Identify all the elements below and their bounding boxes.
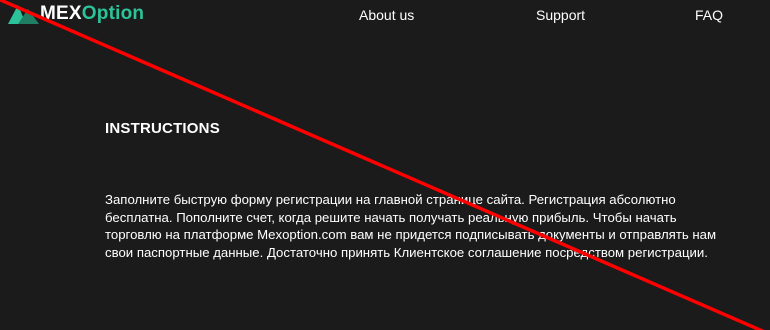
brand-name-part1: MEX (40, 3, 82, 24)
site-header: MEXOption About us Support FAQ (0, 0, 770, 32)
brand-name: MEXOption (40, 2, 144, 26)
brand-name-part2: Option (81, 3, 145, 24)
red-strike-overlay (0, 0, 765, 330)
instructions-heading: INSTRUCTIONS (105, 120, 220, 137)
diagonal-strike-line (0, 0, 765, 330)
nav-support[interactable]: Support (536, 6, 585, 24)
triangle-logo-icon (8, 5, 39, 24)
nav-about-us[interactable]: About us (359, 6, 414, 24)
logo-link[interactable]: MEXOption (6, 2, 144, 26)
instructions-paragraph: Заполните быструю форму регистрации на г… (105, 192, 717, 260)
nav-faq[interactable]: FAQ (695, 6, 723, 24)
